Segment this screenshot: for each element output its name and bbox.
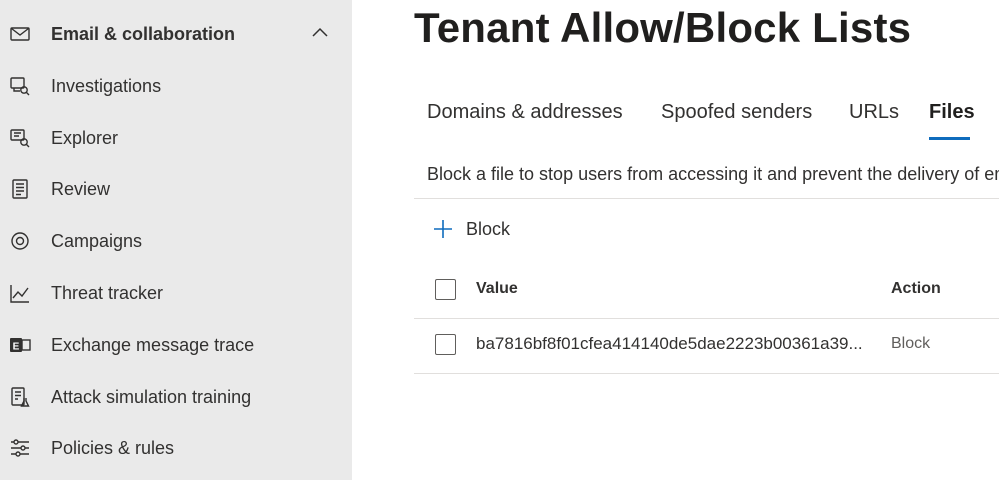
investigations-icon — [8, 74, 32, 98]
threat-tracker-icon — [8, 281, 32, 305]
nav-item-label: Threat tracker — [51, 282, 164, 303]
tab-urls[interactable]: URLs — [849, 101, 899, 124]
tab-spoofed-senders[interactable]: Spoofed senders — [661, 101, 812, 124]
nav-item-review[interactable]: Review — [0, 163, 352, 215]
toolbar-divider — [414, 198, 999, 199]
nav-item-attack-simulation-training[interactable]: Attack simulation training — [0, 371, 352, 423]
nav-item-campaigns[interactable]: Campaigns — [0, 215, 352, 267]
nav-item-label: Policies & rules — [51, 437, 175, 458]
row-checkbox[interactable] — [435, 334, 456, 355]
select-all-checkbox[interactable] — [435, 279, 456, 300]
nav-section-email-collaboration[interactable]: Email & collaboration — [0, 8, 352, 60]
block-button[interactable]: Block — [432, 214, 510, 244]
page-title: Tenant Allow/Block Lists — [414, 4, 912, 51]
policies-icon — [8, 436, 32, 460]
nav-item-threat-tracker[interactable]: Threat tracker — [0, 267, 352, 319]
row-value: ba7816bf8f01cfea414140de5dae2223b00361a3… — [476, 334, 863, 353]
nav-item-label: Exchange message trace — [51, 334, 255, 355]
main-content: Tenant Allow/Block Lists Domains & addre… — [352, 0, 999, 480]
campaigns-icon — [8, 229, 32, 253]
plus-icon — [434, 220, 452, 238]
nav-section-label: Email & collaboration — [51, 23, 236, 44]
column-header-value[interactable]: Value — [476, 280, 518, 298]
page-description: Block a file to stop users from accessin… — [427, 164, 999, 184]
nav-item-label: Campaigns — [51, 230, 143, 251]
nav-item-label: Attack simulation training — [51, 386, 252, 407]
nav-item-policies-rules[interactable]: Policies & rules — [0, 422, 352, 474]
review-icon — [8, 177, 32, 201]
table-row-divider — [414, 373, 999, 374]
column-header-action[interactable]: Action — [891, 280, 941, 298]
active-tab-indicator — [929, 137, 970, 140]
nav-item-exchange-message-trace[interactable]: E Exchange message trace — [0, 319, 352, 371]
svg-text:E: E — [13, 342, 20, 353]
sidebar-nav: Email & collaboration Investigations Exp… — [0, 0, 352, 480]
tab-domains-addresses[interactable]: Domains & addresses — [427, 101, 623, 124]
nav-item-investigations[interactable]: Investigations — [0, 60, 352, 112]
exchange-icon: E — [8, 333, 32, 357]
tab-files[interactable]: Files — [929, 101, 975, 124]
mail-icon — [8, 22, 32, 46]
explorer-icon — [8, 126, 32, 150]
nav-item-label: Investigations — [51, 75, 162, 96]
row-action: Block — [891, 335, 931, 352]
nav-item-label: Explorer — [51, 127, 119, 148]
block-button-label: Block — [466, 218, 511, 239]
attack-simulation-icon — [8, 385, 32, 409]
nav-item-label: Review — [51, 178, 111, 199]
chevron-up-icon[interactable] — [311, 26, 329, 40]
table-header-divider — [414, 318, 999, 319]
nav-item-explorer[interactable]: Explorer — [0, 112, 352, 164]
